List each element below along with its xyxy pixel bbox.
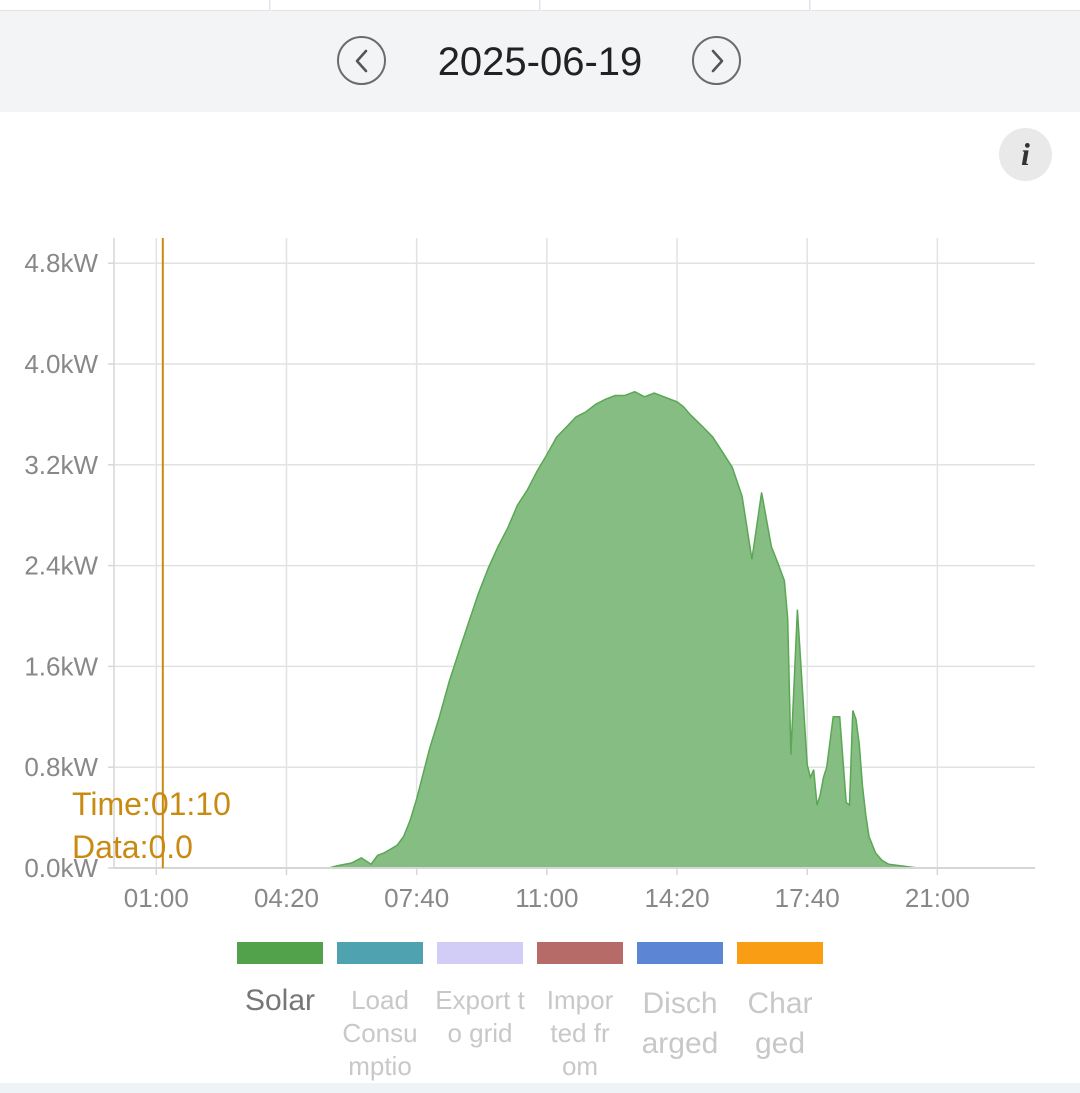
legend-swatch-load-consumption (337, 942, 423, 964)
legend-label-export-to-grid: Export to grid (435, 985, 525, 1048)
legend-label-solar: Solar (244, 984, 316, 1017)
y-tick-label: 4.8kW (24, 248, 98, 278)
legend-label-imported-from: Imported from (546, 985, 614, 1081)
legend-item-solar[interactable]: Solar (230, 942, 330, 1018)
legend-item-discharged[interactable]: Discharged (630, 942, 730, 1064)
selected-date[interactable]: 2025-06-19 (390, 39, 690, 85)
legend-item-load-consumption[interactable]: Load Consumptio (330, 942, 430, 1083)
x-tick-label: 07:40 (384, 883, 449, 913)
tab-3[interactable] (541, 0, 810, 11)
solar-power-chart[interactable]: 0.0kW0.8kW1.6kW2.4kW3.2kW4.0kW4.8kW01:00… (0, 225, 1080, 925)
legend-swatch-solar (237, 942, 323, 964)
cursor-data-text: Data:0.0 (72, 829, 193, 865)
y-tick-label: 2.4kW (24, 551, 98, 581)
tab-4[interactable] (811, 0, 1080, 11)
legend-item-imported-from[interactable]: Imported from (530, 942, 630, 1083)
info-icon: i (1021, 136, 1030, 172)
x-tick-label: 01:00 (124, 883, 189, 913)
y-tick-label: 3.2kW (24, 450, 98, 480)
y-tick-label: 4.0kW (24, 349, 98, 379)
x-tick-label: 11:00 (515, 883, 578, 913)
tab-2[interactable] (271, 0, 540, 11)
bottom-strip (0, 1083, 1080, 1093)
chevron-right-icon (711, 49, 723, 72)
legend-swatch-charged (737, 942, 823, 964)
chart-legend: Solar Load Consumptio Export to grid Imp… (230, 942, 850, 1082)
legend-swatch-export-to-grid (437, 942, 523, 964)
legend-label-load-consumption: Load Consumptio (342, 985, 418, 1081)
cursor-time-text: Time:01:10 (72, 786, 231, 822)
y-tick-label: 1.6kW (24, 651, 98, 681)
previous-day-button[interactable] (337, 36, 386, 85)
x-tick-label: 21:00 (905, 883, 970, 913)
next-day-button[interactable] (692, 36, 741, 85)
date-navigation-bar: 2025-06-19 (0, 11, 1080, 112)
tab-1[interactable] (0, 0, 270, 11)
chart-series-layer (117, 390, 1036, 869)
x-tick-label: 04:20 (254, 883, 319, 913)
y-tick-label: 0.8kW (24, 752, 98, 782)
legend-label-discharged: Discharged (641, 987, 719, 1060)
x-tick-label: 14:20 (644, 883, 709, 913)
legend-swatch-discharged (637, 942, 723, 964)
top-tab-strip (0, 0, 1080, 11)
series-area-solar (117, 391, 1036, 868)
chevron-left-icon (355, 49, 367, 72)
x-tick-label: 17:40 (775, 883, 840, 913)
legend-item-export-to-grid[interactable]: Export to grid (430, 942, 530, 1050)
legend-item-charged[interactable]: Charged (730, 942, 830, 1064)
legend-swatch-imported-from (537, 942, 623, 964)
legend-label-charged: Charged (747, 987, 813, 1060)
info-button[interactable]: i (999, 128, 1052, 181)
